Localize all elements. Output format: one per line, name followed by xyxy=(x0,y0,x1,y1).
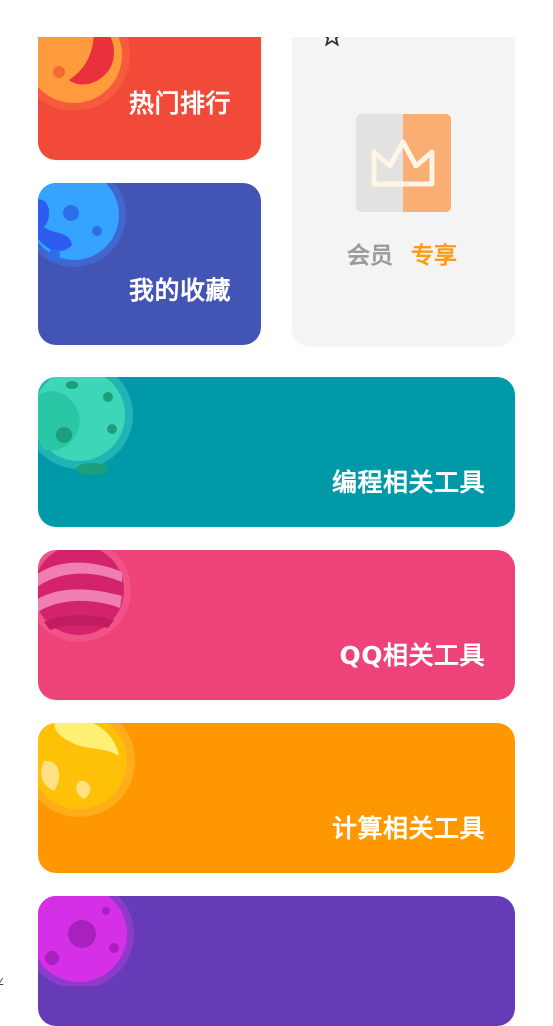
pink-planet-icon xyxy=(38,550,131,642)
favorites-label: 我的收藏 xyxy=(128,276,231,305)
hot-ranking-label: 热门排行 xyxy=(128,89,231,118)
coding-tools-label: 编程相关工具 xyxy=(331,468,485,497)
hot-ranking-card[interactable]: 热门排行 xyxy=(38,20,261,160)
vip-label-main: 会员 xyxy=(347,243,393,269)
vip-card[interactable]: 会员 专享 xyxy=(292,20,515,346)
calc-tools-label: 计算相关工具 xyxy=(331,814,485,843)
teal-planet-icon xyxy=(38,377,133,475)
vip-title: 会员 专享 xyxy=(347,236,457,270)
qq-tools-label: QQ相关工具 xyxy=(339,641,485,670)
crown-badge xyxy=(356,114,451,212)
coding-tools-card[interactable]: 编程相关工具 xyxy=(38,377,515,527)
calc-tools-card[interactable]: 计算相关工具 xyxy=(38,723,515,873)
vip-label-accent: 专享 xyxy=(411,243,457,269)
qq-tools-card[interactable]: QQ相关工具 xyxy=(38,550,515,700)
more-tools-card[interactable] xyxy=(38,896,515,1026)
favorites-card[interactable]: 我的收藏 xyxy=(38,183,261,345)
crown-icon xyxy=(371,139,435,187)
sun-planet-icon xyxy=(38,723,135,817)
magenta-planet-icon xyxy=(38,896,134,986)
top-bar xyxy=(0,0,553,37)
blue-planet-icon xyxy=(38,183,126,267)
